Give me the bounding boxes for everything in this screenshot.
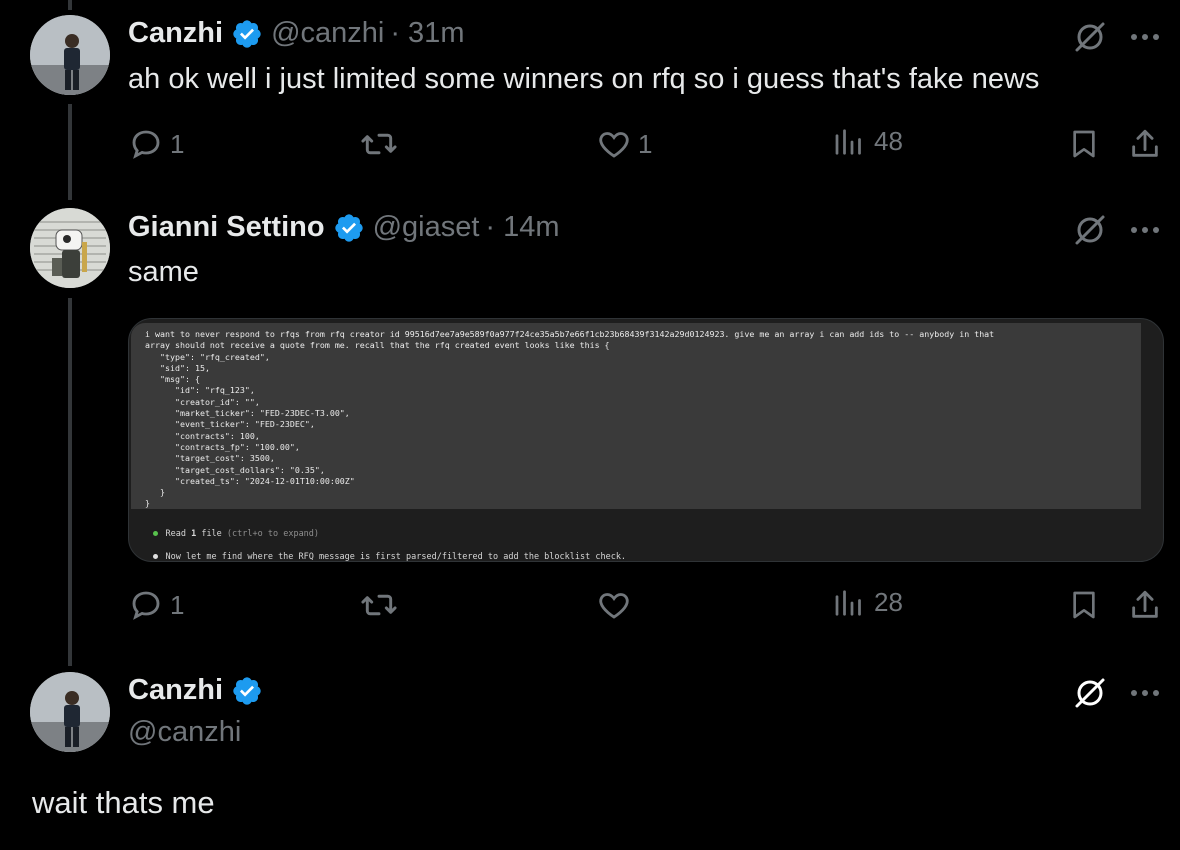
verified-badge-icon[interactable]	[231, 18, 263, 50]
tweet-3-header: Canzhi	[128, 674, 271, 707]
handle[interactable]: @canzhi	[271, 17, 384, 50]
avatar[interactable]	[30, 672, 110, 752]
read-label: Read	[165, 529, 192, 539]
views-icon	[835, 128, 861, 155]
display-name[interactable]: Gianni Settino	[128, 211, 325, 244]
reply-count: 1	[170, 589, 185, 620]
tweet-2-header: Gianni Settino @giaset · 14m	[128, 211, 560, 244]
grok-icon[interactable]	[1072, 675, 1108, 711]
more-options-icon[interactable]	[1130, 226, 1160, 234]
code-block: i want to never respond to rfqs from rfq…	[131, 323, 1141, 509]
tweet-media-image[interactable]: i want to never respond to rfqs from rfq…	[128, 318, 1164, 562]
bookmark-button[interactable]	[1068, 587, 1100, 623]
share-icon	[1132, 129, 1158, 157]
thread-line-1	[68, 104, 72, 200]
more-options-icon[interactable]	[1130, 689, 1160, 697]
verified-badge-icon[interactable]	[231, 675, 263, 707]
tweet-text: wait thats me	[32, 785, 215, 820]
repost-icon	[361, 133, 397, 155]
repost-button[interactable]	[360, 587, 398, 623]
avatar[interactable]	[30, 208, 110, 288]
bookmark-button[interactable]	[1068, 126, 1100, 162]
grok-icon[interactable]	[1072, 19, 1108, 55]
like-button[interactable]	[596, 587, 632, 623]
handle[interactable]: @giaset	[373, 211, 480, 244]
display-name[interactable]: Canzhi	[128, 17, 223, 50]
like-count: 1	[638, 128, 653, 159]
timestamp[interactable]: · 31m	[390, 17, 464, 50]
tweet-text: same	[128, 256, 199, 288]
views-count: 48	[874, 126, 903, 156]
views-button[interactable]: 48	[832, 126, 903, 157]
tweet-1-actions: 1 1 48	[128, 126, 1168, 166]
verified-badge-icon[interactable]	[333, 212, 365, 244]
avatar[interactable]	[30, 15, 110, 95]
read-suffix: file	[196, 529, 227, 539]
next-step-text: Now let me find where the RFQ message is…	[165, 552, 627, 562]
status-dot-green	[153, 531, 159, 536]
tweet-text: ah ok well i just limited some winners o…	[128, 63, 1040, 95]
read-hint: (ctrl+o to expand)	[226, 529, 320, 539]
code-text: i want to never respond to rfqs from rfq…	[145, 329, 995, 509]
views-icon	[835, 589, 861, 616]
reply-icon	[132, 591, 160, 620]
thread-line-2	[68, 298, 72, 666]
thread-line-top	[68, 0, 72, 10]
reply-button[interactable]: 1	[128, 587, 184, 623]
views-button[interactable]: 28	[832, 587, 903, 618]
repost-button[interactable]	[360, 126, 398, 162]
timestamp[interactable]: · 14m	[485, 211, 559, 244]
bookmark-icon	[1073, 591, 1095, 619]
share-button[interactable]	[1128, 126, 1162, 162]
tweet-1-header: Canzhi @canzhi · 31m	[128, 17, 464, 50]
tweet-2-actions: 1 28	[128, 587, 1168, 627]
handle[interactable]: @canzhi	[128, 716, 241, 749]
grok-icon[interactable]	[1072, 212, 1108, 248]
reply-count: 1	[170, 128, 185, 159]
views-count: 28	[874, 587, 903, 617]
status-dot-white	[153, 554, 159, 559]
next-step-status: Now let me find where the RFQ message is…	[133, 542, 627, 562]
reply-button[interactable]: 1	[128, 126, 184, 162]
bookmark-icon	[1073, 130, 1095, 158]
heart-icon	[599, 132, 629, 158]
like-button[interactable]: 1	[596, 126, 652, 162]
heart-icon	[599, 593, 629, 619]
reply-icon	[132, 130, 160, 159]
more-options-icon[interactable]	[1130, 33, 1160, 41]
display-name[interactable]: Canzhi	[128, 674, 223, 707]
share-icon	[1132, 590, 1158, 618]
repost-icon	[361, 594, 397, 616]
share-button[interactable]	[1128, 587, 1162, 623]
